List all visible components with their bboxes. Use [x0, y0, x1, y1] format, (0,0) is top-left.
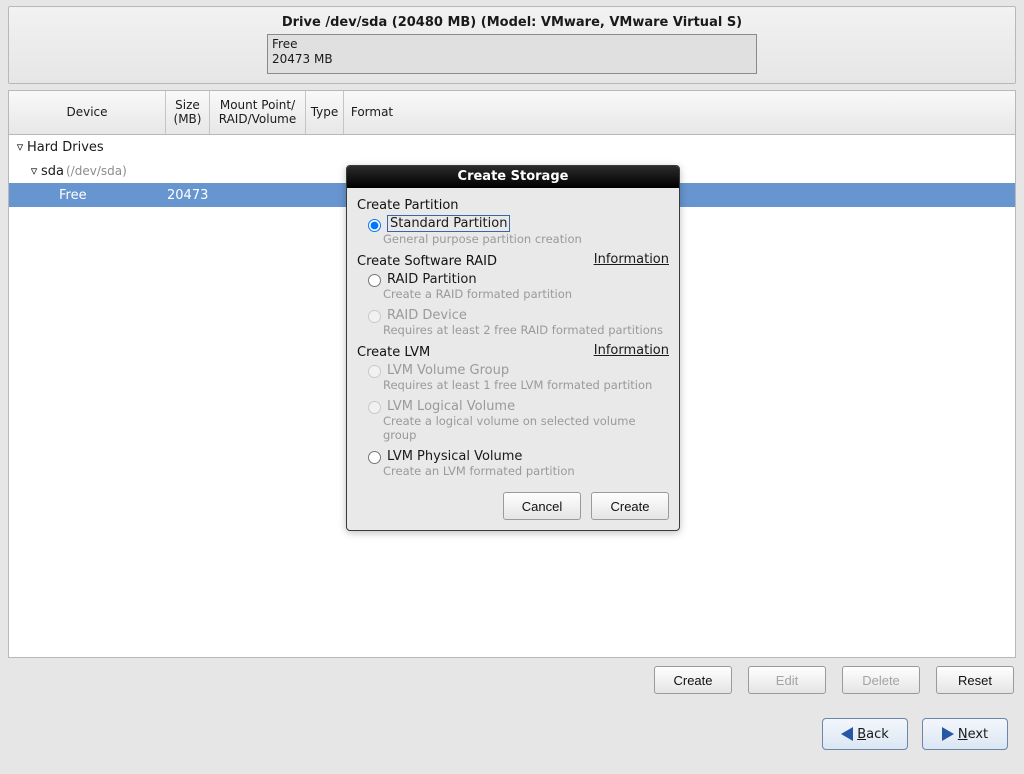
label-raid-partition: RAID Partition	[387, 272, 477, 287]
reset-button[interactable]: Reset	[936, 666, 1014, 694]
option-lvm-vg: LVM Volume Group	[357, 360, 669, 378]
col-format[interactable]: Format	[344, 91, 400, 134]
radio-raid-partition[interactable]	[368, 274, 381, 287]
wizard-nav: Back Next	[822, 718, 1008, 750]
label-lvm-pv: LVM Physical Volume	[387, 449, 522, 464]
col-type[interactable]: Type	[306, 91, 344, 134]
section-create-partition: Create Partition	[357, 198, 669, 213]
tree-row-hard-drives[interactable]: ▿ Hard Drives	[9, 135, 1015, 159]
expander-icon[interactable]: ▿	[13, 140, 27, 155]
section-create-raid: Create Software RAID	[357, 254, 497, 269]
lvm-information-link[interactable]: Information	[594, 343, 669, 358]
partition-table: Device Size (MB) Mount Point/ RAID/Volum…	[8, 90, 1016, 658]
option-lvm-pv[interactable]: LVM Physical Volume	[357, 446, 669, 464]
create-partition-button[interactable]: Create	[654, 666, 732, 694]
delete-button: Delete	[842, 666, 920, 694]
drive-free-size: 20473 MB	[272, 52, 752, 67]
arrow-left-icon	[841, 727, 853, 741]
option-raid-device: RAID Device	[357, 305, 669, 323]
hint-lvm-vg: Requires at least 1 free LVM formated pa…	[357, 378, 669, 396]
drive-summary: Drive /dev/sda (20480 MB) (Model: VMware…	[8, 6, 1016, 84]
label-lvm-lv: LVM Logical Volume	[387, 399, 515, 414]
back-button[interactable]: Back	[822, 718, 908, 750]
next-button[interactable]: Next	[922, 718, 1008, 750]
hint-standard-partition: General purpose partition creation	[357, 232, 669, 250]
col-device[interactable]: Device	[9, 91, 166, 134]
raid-information-link[interactable]: Information	[594, 252, 669, 267]
table-actions: Create Edit Delete Reset	[0, 666, 1014, 694]
tree-path: (/dev/sda)	[64, 164, 127, 178]
expander-icon[interactable]: ▿	[27, 164, 41, 179]
drive-free-block[interactable]: Free 20473 MB	[267, 34, 757, 74]
section-create-lvm: Create LVM	[357, 345, 430, 360]
tree-label: Free	[59, 188, 87, 203]
radio-lvm-vg	[368, 365, 381, 378]
hint-lvm-lv: Create a logical volume on selected volu…	[357, 414, 669, 446]
option-lvm-lv: LVM Logical Volume	[357, 396, 669, 414]
option-standard-partition[interactable]: Standard Partition	[357, 213, 669, 232]
hint-raid-partition: Create a RAID formated partition	[357, 287, 669, 305]
create-storage-dialog: Create Storage Create Partition Standard…	[346, 165, 680, 531]
back-label: Back	[857, 727, 889, 742]
cancel-button[interactable]: Cancel	[503, 492, 581, 520]
option-raid-partition[interactable]: RAID Partition	[357, 269, 669, 287]
label-standard-partition: Standard Partition	[387, 215, 510, 232]
table-header: Device Size (MB) Mount Point/ RAID/Volum…	[9, 91, 1015, 135]
radio-raid-device	[368, 310, 381, 323]
tree-label: sda	[41, 164, 64, 179]
create-button[interactable]: Create	[591, 492, 669, 520]
hint-raid-device: Requires at least 2 free RAID formated p…	[357, 323, 669, 341]
col-size[interactable]: Size (MB)	[166, 91, 210, 134]
label-lvm-vg: LVM Volume Group	[387, 363, 509, 378]
hint-lvm-pv: Create an LVM formated partition	[357, 464, 669, 482]
radio-lvm-lv	[368, 401, 381, 414]
tree-size: 20473	[167, 188, 208, 203]
col-mount[interactable]: Mount Point/ RAID/Volume	[210, 91, 306, 134]
radio-standard-partition[interactable]	[368, 219, 381, 232]
arrow-right-icon	[942, 727, 954, 741]
drive-free-label: Free	[272, 37, 752, 52]
drive-title: Drive /dev/sda (20480 MB) (Model: VMware…	[282, 15, 742, 30]
label-raid-device: RAID Device	[387, 308, 467, 323]
dialog-title: Create Storage	[347, 166, 679, 188]
next-label: Next	[958, 727, 988, 742]
tree-label: Hard Drives	[27, 140, 104, 155]
radio-lvm-pv[interactable]	[368, 451, 381, 464]
edit-button: Edit	[748, 666, 826, 694]
